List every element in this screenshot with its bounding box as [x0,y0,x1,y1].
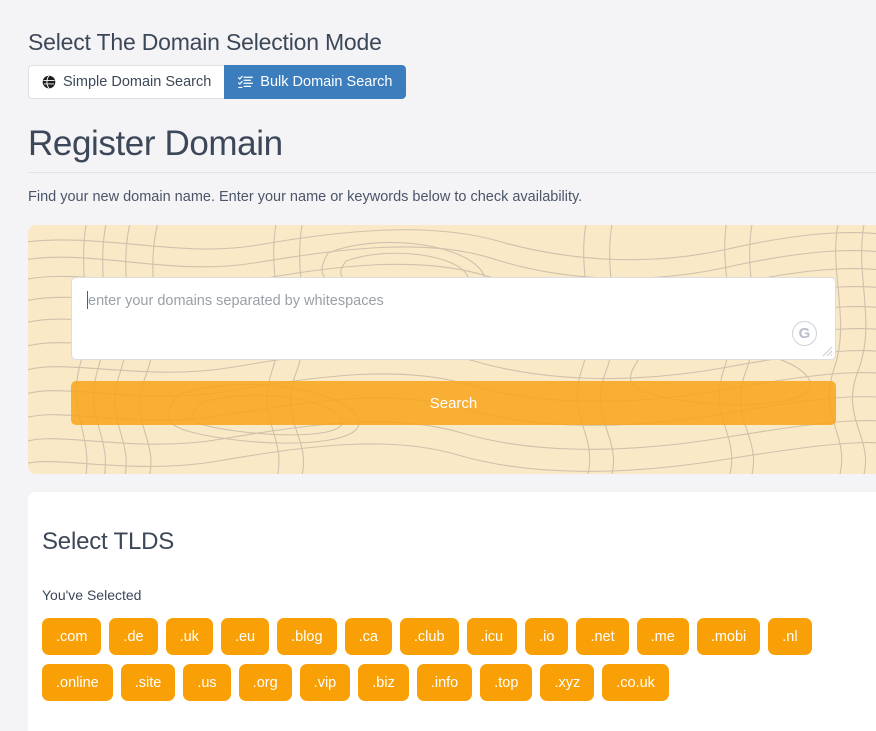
page-root: Select The Domain Selection Mode Simple … [0,0,876,731]
tld-badge[interactable]: .us [183,664,230,701]
tld-badge[interactable]: .top [480,664,532,701]
tld-badge[interactable]: .icu [467,618,518,655]
tab-simple-domain-search[interactable]: Simple Domain Search [28,65,224,99]
bulk-domains-placeholder: enter your domains separated by whitespa… [88,292,384,310]
list-tasks-icon [238,75,253,89]
tld-badge[interactable]: .de [109,618,157,655]
tld-badge[interactable]: .blog [277,618,336,655]
tld-badge[interactable]: .info [417,664,472,701]
domain-mode-tabs: Simple Domain Search Bulk Domain Search [28,65,406,99]
tld-badge[interactable]: .club [400,618,459,655]
tld-badge[interactable]: .biz [358,664,409,701]
tld-badge[interactable]: .nl [768,618,811,655]
page-title: Register Domain [28,122,283,166]
tab-bulk-domain-search[interactable]: Bulk Domain Search [224,65,406,99]
tld-badge-list: .com.de.uk.eu.blog.ca.club.icu.io.net.me… [42,618,876,701]
textarea-resize-handle[interactable] [821,345,833,357]
tld-badge[interactable]: .ca [345,618,392,655]
globe-icon [42,75,56,89]
tld-badge[interactable]: .io [525,618,568,655]
tld-badge[interactable]: .mobi [697,618,760,655]
grammarly-icon[interactable]: G [792,321,817,346]
tld-badge[interactable]: .net [576,618,628,655]
tld-badge[interactable]: .online [42,664,113,701]
tld-badge[interactable]: .xyz [540,664,594,701]
tld-section-title: Select TLDS [42,528,174,556]
tld-badge[interactable]: .me [637,618,689,655]
tab-simple-domain-search-label: Simple Domain Search [63,75,211,90]
tab-bulk-domain-search-label: Bulk Domain Search [260,75,392,90]
tld-badge[interactable]: .org [239,664,292,701]
tld-selected-label: You've Selected [42,587,141,603]
search-hero-banner: enter your domains separated by whitespa… [28,225,876,474]
mode-selector-title: Select The Domain Selection Mode [28,28,382,56]
title-divider [28,172,876,173]
tld-badge[interactable]: .com [42,618,101,655]
tld-badge[interactable]: .vip [300,664,351,701]
tld-badge[interactable]: .co.uk [602,664,669,701]
tld-badge[interactable]: .uk [166,618,213,655]
tld-selection-card: Select TLDS You've Selected .com.de.uk.e… [28,492,876,731]
tld-badge[interactable]: .eu [221,618,269,655]
search-button[interactable]: Search [71,381,836,425]
page-lead-text: Find your new domain name. Enter your na… [28,187,582,207]
text-caret [87,291,88,309]
tld-badge[interactable]: .site [121,664,176,701]
bulk-domains-textarea[interactable]: enter your domains separated by whitespa… [71,277,836,360]
